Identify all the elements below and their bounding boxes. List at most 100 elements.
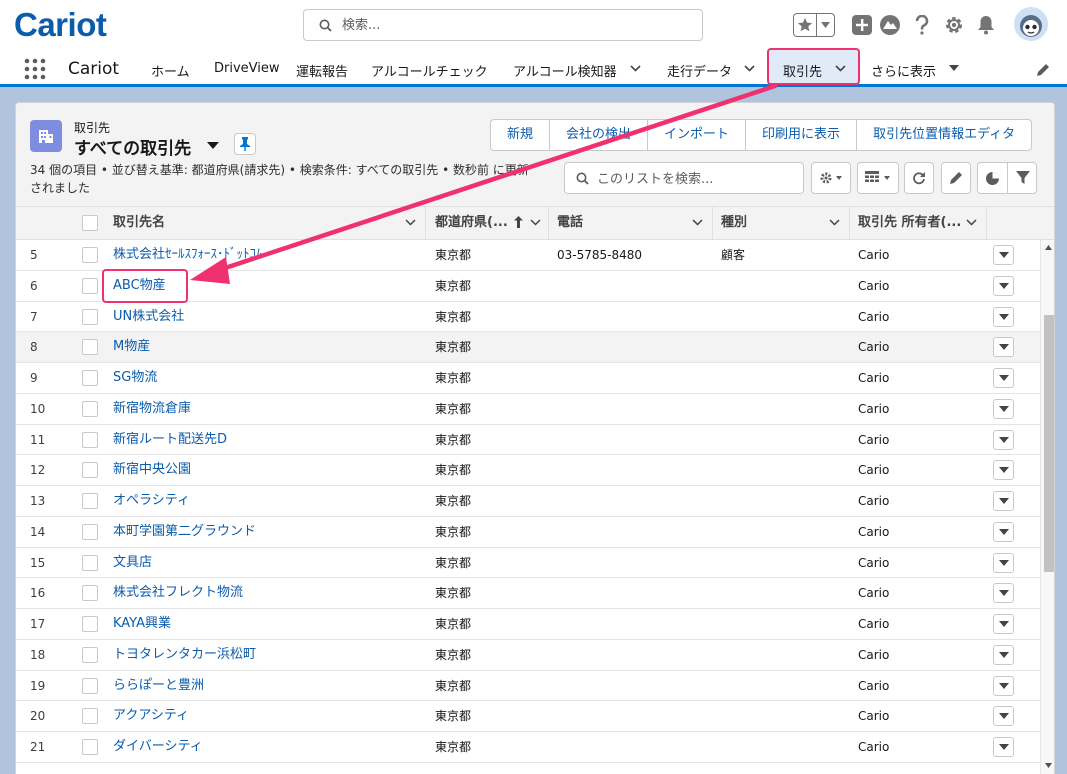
nav-more[interactable]: さらに表示 xyxy=(871,61,936,80)
nav-item-home[interactable]: ホーム xyxy=(151,61,190,80)
import-button[interactable]: インポート xyxy=(648,120,747,150)
account-name-link[interactable]: オペラシティ xyxy=(113,486,190,516)
filter-icon[interactable] xyxy=(1016,171,1030,185)
global-search-input[interactable] xyxy=(342,15,692,35)
row-actions-menu-button[interactable] xyxy=(993,275,1014,296)
column-divider[interactable] xyxy=(425,207,426,239)
account-name-link[interactable]: 新宿物流倉庫 xyxy=(113,394,191,424)
chevron-down-icon[interactable] xyxy=(966,219,977,226)
row-checkbox[interactable] xyxy=(82,554,98,571)
trailhead-icon[interactable] xyxy=(875,9,905,41)
row-actions-menu-button[interactable] xyxy=(993,675,1014,696)
row-checkbox[interactable] xyxy=(82,616,98,632)
row-actions-menu-button[interactable] xyxy=(993,245,1014,265)
scroll-down-arrow-icon[interactable] xyxy=(1045,763,1052,768)
table-row[interactable]: 12 新宿中央公園 東京都 Cario xyxy=(16,455,1041,486)
nav-item-drive-report[interactable]: 運転報告 xyxy=(296,61,348,80)
inline-edit-button[interactable] xyxy=(941,162,971,194)
table-row[interactable]: 18 トヨタレンタカー浜松町 東京都 Cario xyxy=(16,640,1041,671)
table-row[interactable]: 13 オペラシティ 東京都 Cario xyxy=(16,486,1041,517)
table-row[interactable]: 14 本町学園第二グラウンド 東京都 Cario xyxy=(16,517,1041,548)
refresh-button[interactable] xyxy=(904,162,934,194)
chevron-down-icon[interactable] xyxy=(405,219,416,226)
chevron-down-icon[interactable] xyxy=(829,219,840,226)
account-name-link[interactable]: 株式会社フレクト物流 xyxy=(113,578,243,608)
scroll-up-arrow-icon[interactable] xyxy=(1045,245,1052,250)
caret-down-icon[interactable] xyxy=(949,65,959,71)
location-editor-button[interactable]: 取引先位置情報エディタ xyxy=(857,120,1031,150)
row-checkbox[interactable] xyxy=(82,400,98,417)
row-checkbox[interactable] xyxy=(82,462,98,479)
column-header-phone[interactable]: 電話 xyxy=(557,207,583,239)
row-actions-menu-button[interactable] xyxy=(993,644,1014,665)
row-checkbox[interactable] xyxy=(82,493,98,509)
row-actions-menu-button[interactable] xyxy=(993,521,1014,542)
list-settings-button[interactable] xyxy=(811,162,851,194)
table-row[interactable]: 9 SG物流 東京都 Cario xyxy=(16,363,1041,394)
row-checkbox[interactable] xyxy=(82,523,98,540)
account-name-link[interactable]: KAYA興業 xyxy=(113,609,171,639)
row-actions-menu-button[interactable] xyxy=(993,306,1014,327)
new-button[interactable]: 新規 xyxy=(491,120,551,150)
find-companies-button[interactable]: 会社の検出 xyxy=(550,120,649,150)
list-search[interactable] xyxy=(564,162,804,194)
account-name-link[interactable]: 新宿ルート配送先D xyxy=(113,425,227,455)
row-actions-menu-button[interactable] xyxy=(993,706,1014,727)
chevron-down-icon[interactable] xyxy=(835,65,846,72)
table-row[interactable]: 5 株式会社ｾｰﾙｽﾌｫｰｽ･ﾄﾞｯﾄｺﾑ 東京都 03-5785-8480 顧客 Car… xyxy=(16,240,1041,271)
account-name-link[interactable]: 本町学園第二グラウンド xyxy=(113,517,256,547)
chevron-down-icon[interactable] xyxy=(692,219,703,226)
column-divider[interactable] xyxy=(849,207,850,239)
row-checkbox[interactable] xyxy=(82,370,98,386)
list-view-picker-caret-icon[interactable] xyxy=(207,142,219,149)
column-divider[interactable] xyxy=(712,207,713,239)
table-row[interactable]: 16 株式会社フレクト物流 東京都 Cario xyxy=(16,578,1041,609)
pin-list-button[interactable] xyxy=(234,133,256,155)
column-header-prefecture[interactable]: 都道府県(... xyxy=(435,207,508,239)
row-actions-menu-button[interactable] xyxy=(993,398,1014,419)
row-checkbox[interactable] xyxy=(82,277,98,294)
chevron-down-icon[interactable] xyxy=(530,219,541,226)
notification-bell-icon[interactable] xyxy=(971,9,1001,41)
row-actions-menu-button[interactable] xyxy=(993,737,1014,757)
help-icon[interactable] xyxy=(907,9,937,41)
account-name-link[interactable]: 文具店 xyxy=(113,548,152,578)
table-row[interactable]: 8 M物産 東京都 Cario xyxy=(16,332,1041,363)
row-actions-menu-button[interactable] xyxy=(993,368,1014,388)
row-actions-menu-button[interactable] xyxy=(993,583,1014,604)
account-name-link[interactable]: SG物流 xyxy=(113,363,157,393)
row-checkbox[interactable] xyxy=(82,247,98,263)
row-actions-menu-button[interactable] xyxy=(993,614,1014,634)
scrollbar-thumb[interactable] xyxy=(1044,315,1054,572)
account-name-link[interactable]: 新宿中央公園 xyxy=(113,455,191,485)
select-all-checkbox[interactable] xyxy=(82,215,98,231)
row-actions-menu-button[interactable] xyxy=(993,552,1014,573)
column-divider[interactable] xyxy=(548,207,549,239)
table-row[interactable]: 17 KAYA興業 東京都 Cario xyxy=(16,609,1041,640)
row-checkbox[interactable] xyxy=(82,585,98,602)
row-checkbox[interactable] xyxy=(82,739,98,755)
nav-tab-accounts[interactable]: 取引先 xyxy=(767,48,860,85)
sort-ascending-arrow-icon[interactable] xyxy=(514,216,523,228)
row-checkbox[interactable] xyxy=(82,677,98,694)
row-checkbox[interactable] xyxy=(82,339,98,356)
display-as-button[interactable] xyxy=(857,162,899,194)
app-launcher-icon[interactable] xyxy=(24,58,46,80)
row-checkbox[interactable] xyxy=(82,708,98,725)
list-view-name[interactable]: すべての取引先 xyxy=(74,134,191,159)
account-name-link[interactable]: 株式会社ｾｰﾙｽﾌｫｰｽ･ﾄﾞｯﾄｺﾑ xyxy=(113,240,263,270)
table-row[interactable]: 15 文具店 東京都 Cario xyxy=(16,548,1041,579)
row-actions-menu-button[interactable] xyxy=(993,460,1014,481)
column-header-owner[interactable]: 取引先 所有者(... xyxy=(858,207,961,239)
column-divider[interactable] xyxy=(986,207,987,239)
row-actions-menu-button[interactable] xyxy=(993,429,1014,450)
account-name-link[interactable]: UN株式会社 xyxy=(113,302,184,332)
table-row[interactable]: 21 ダイバーシティ 東京都 Cario xyxy=(16,732,1041,763)
printable-view-button[interactable]: 印刷用に表示 xyxy=(746,120,858,150)
nav-item-trip-data[interactable]: 走行データ xyxy=(667,61,732,80)
row-actions-menu-button[interactable] xyxy=(993,337,1014,358)
global-search[interactable] xyxy=(303,9,703,41)
column-header-type[interactable]: 種別 xyxy=(721,207,747,239)
table-row[interactable]: 7 UN株式会社 東京都 Cario xyxy=(16,302,1041,333)
chart-icon[interactable] xyxy=(985,171,1000,186)
